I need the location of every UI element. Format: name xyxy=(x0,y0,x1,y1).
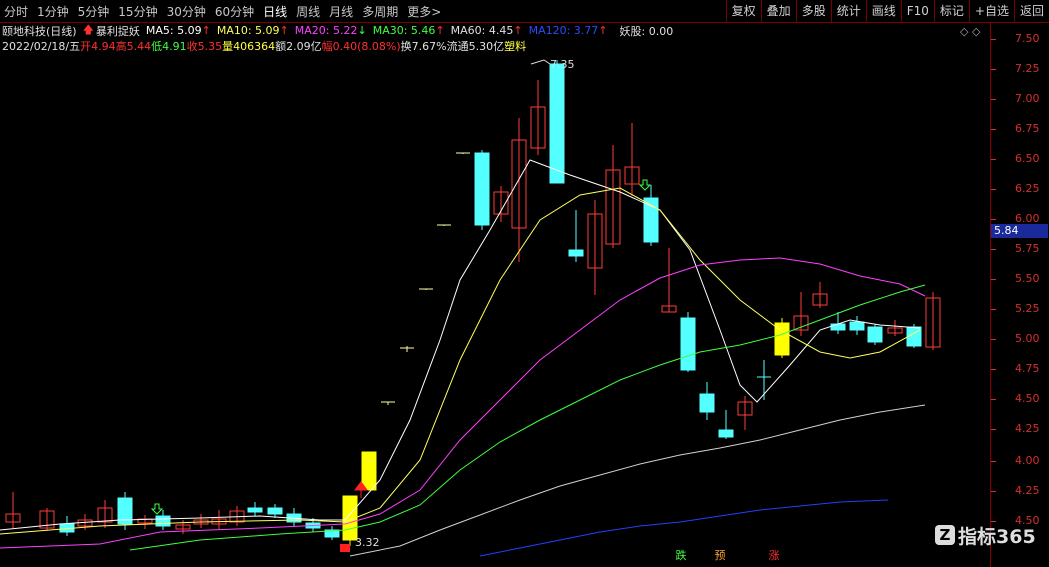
candle-body xyxy=(155,515,171,527)
candle-body xyxy=(549,63,565,184)
candle-body xyxy=(474,152,490,226)
current-price-label: 5.84 xyxy=(991,224,1048,238)
back-button[interactable]: 返回 xyxy=(1013,0,1049,22)
candle-body xyxy=(718,429,734,438)
high-price-label: 7.35 xyxy=(550,58,575,71)
candle-body xyxy=(849,321,865,331)
tag-fall: 跌 xyxy=(675,549,687,562)
price-axis: 7.50 7.25 7.00 6.75 6.50 6.25 6.00 5.75 … xyxy=(990,22,1049,567)
sell-arrow-icon xyxy=(638,179,652,191)
ma120-line xyxy=(479,499,889,557)
tag-predict: 预 xyxy=(714,549,726,562)
candle-body xyxy=(247,507,263,513)
logo-icon: Z xyxy=(935,525,955,545)
high-marker xyxy=(530,59,551,65)
candle-body xyxy=(830,323,846,331)
low-price-label: 3.32 xyxy=(355,536,380,549)
ma60-line xyxy=(349,404,926,557)
candle-body xyxy=(680,317,696,371)
watermark-logo: Z 指标365 xyxy=(935,523,1036,548)
candle-body xyxy=(361,451,377,491)
candle-body xyxy=(267,507,283,515)
ma20-line xyxy=(0,257,926,549)
ma10-line xyxy=(0,187,921,535)
candle-body xyxy=(867,326,883,343)
candle-body xyxy=(568,249,584,257)
tag-rise: 涨 xyxy=(768,549,780,562)
signal-marker xyxy=(340,544,350,552)
kline-chart[interactable]: 7.35 3.32 xyxy=(0,0,990,567)
sell-arrow-icon xyxy=(150,503,164,515)
candle-body xyxy=(699,393,715,413)
